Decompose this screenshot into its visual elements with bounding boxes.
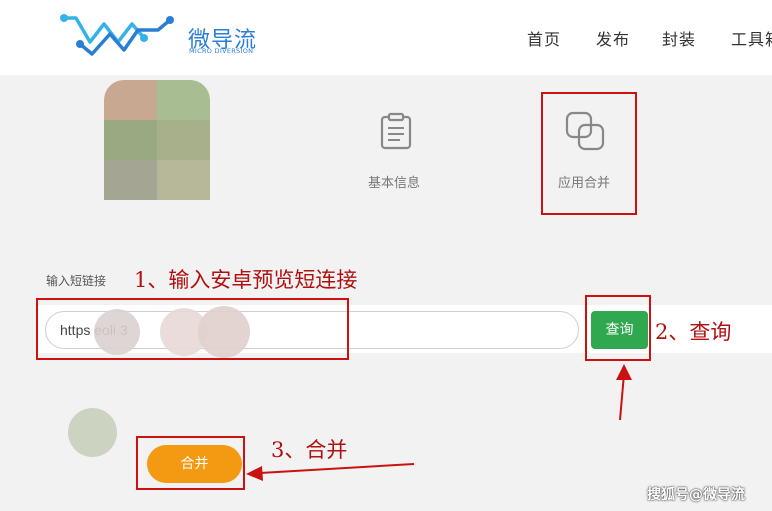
annotation-box-tab	[541, 92, 637, 215]
app-avatar	[104, 80, 210, 200]
nav-publish[interactable]: 发布	[596, 26, 630, 50]
arrow-left-icon	[246, 463, 415, 481]
arrow-up-icon	[616, 364, 632, 421]
brand-subtitle: MICRO DIVERSION	[189, 47, 254, 55]
tab-basic-info[interactable]: 基本信息	[360, 110, 432, 194]
nav-toolbox[interactable]: 工具箱	[731, 26, 772, 50]
tab-basic-info-label: 基本信息	[368, 176, 421, 191]
annotation-box-merge	[136, 436, 245, 490]
nav-home[interactable]: 首页	[527, 26, 561, 50]
annotation-step1: 1、输入安卓预览短连接	[134, 268, 358, 292]
annotation-box-input	[36, 298, 349, 360]
brand-logo-icon[interactable]	[60, 14, 178, 58]
annotation-box-query	[585, 295, 651, 361]
app-icon-blurred	[68, 408, 117, 457]
short-link-label: 输入短链接	[46, 274, 107, 288]
watermark: 搜狐号@微导流	[647, 487, 745, 503]
annotation-step2: 2、查询	[655, 320, 732, 344]
clipboard-icon	[380, 112, 412, 150]
nav-package[interactable]: 封装	[662, 26, 696, 50]
